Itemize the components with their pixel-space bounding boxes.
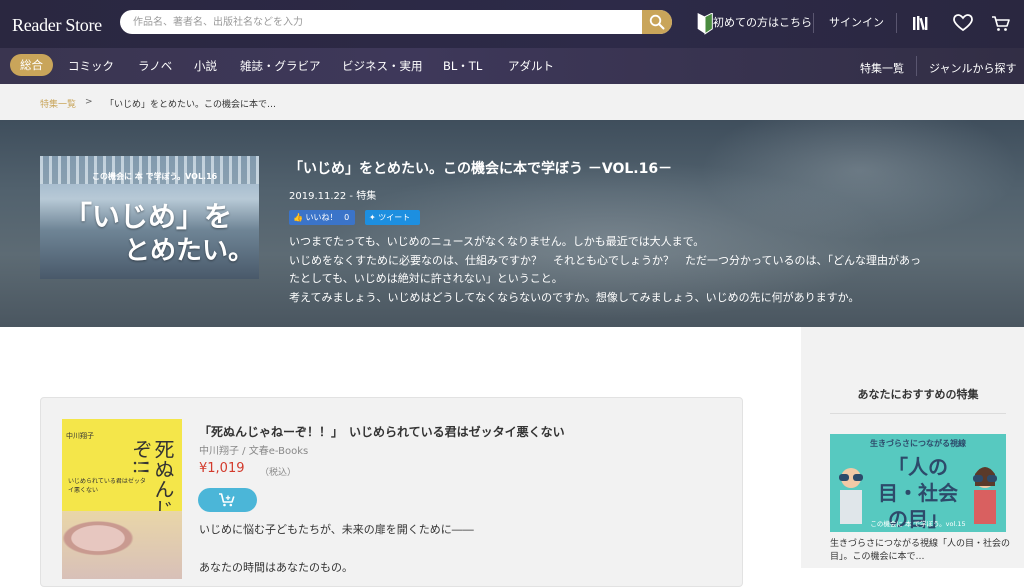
book-title[interactable]: 「死ぬんじゃねーぞ！！」 いじめられている君はゼッタイ悪くない xyxy=(199,423,565,440)
add-to-cart-button[interactable] xyxy=(198,488,257,512)
cart-icon[interactable] xyxy=(990,12,1012,34)
heart-icon[interactable] xyxy=(952,12,974,34)
logo-text[interactable]: Reader Store xyxy=(12,15,102,36)
thumbnail-series-label: この機会に 本 で学ぼう。VOL.16 xyxy=(92,172,218,181)
description-line: 考えてみましょう、いじめはどうしてなくならないのですか。想像してみましょう、いじ… xyxy=(289,291,860,305)
cat-adult[interactable]: アダルト xyxy=(508,58,554,74)
search-icon xyxy=(649,14,665,30)
facebook-like-button[interactable]: 👍 いいね！ 0 xyxy=(289,210,355,225)
header-divider xyxy=(896,13,897,33)
breadcrumb-separator: > xyxy=(85,97,93,107)
reader-store-logo[interactable]: Reader Store xyxy=(12,9,104,37)
breadcrumb: 特集一覧 > 「いじめ」をとめたい。この機会に本で… xyxy=(0,84,1024,120)
breadcrumb-root[interactable]: 特集一覧 xyxy=(40,97,76,110)
sidebar-divider xyxy=(830,413,1006,414)
search-box xyxy=(120,10,672,34)
top-header: Reader Store 初めての方はこちら サインイン xyxy=(0,0,1024,48)
bookshelf-icon[interactable] xyxy=(910,12,932,34)
description-line: いつまでたっても、いじめのニュースがなくなりません。しかも最近では大人まで。 xyxy=(289,235,705,248)
like-label: いいね！ xyxy=(305,213,338,222)
like-count: 0 xyxy=(344,213,350,222)
recommended-feature-thumbnail[interactable]: 生きづらさにつながる視線 「人の目・社会の目」 この機会に 本 で学ぼう。vol… xyxy=(830,434,1006,532)
recommend-title: あなたにおすすめの特集 xyxy=(857,388,979,401)
recommended-thumb-series: この機会に 本 で学ぼう。vol.15 xyxy=(870,520,966,528)
feature-thumbnail: この機会に 本 で学ぼう。VOL.16 「いじめ」を とめたい。 xyxy=(40,156,259,279)
feature-list-link[interactable]: 特集一覧 xyxy=(860,60,904,76)
book-description: あなたの時間はあなたのもの。 xyxy=(199,561,353,574)
person-illustration xyxy=(973,467,997,524)
cover-photo xyxy=(62,511,182,579)
cat-light-novel[interactable]: ラノベ xyxy=(138,58,172,74)
search-input[interactable] xyxy=(120,10,642,34)
book-tax-note: （税込） xyxy=(260,468,297,478)
cart-icon xyxy=(219,493,235,507)
thumbnail-title: 「いじめ」を とめたい。 xyxy=(64,200,254,268)
tweet-label: ツイート xyxy=(378,213,411,222)
book-price: ¥1,019 xyxy=(199,461,245,476)
header-divider xyxy=(813,13,814,33)
feature-title: 「いじめ」をとめたい。この機会に本で学ぼう －VOL.16－ xyxy=(289,161,673,177)
thumbs-up-icon: 👍 xyxy=(293,213,303,222)
search-button[interactable] xyxy=(642,10,672,34)
cat-novel[interactable]: 小説 xyxy=(194,58,217,74)
feature-description: いつまでたっても、いじめのニュースがなくなりません。しかも最近では大人まで。 い… xyxy=(289,233,989,308)
cat-magazine[interactable]: 雑誌・グラビア xyxy=(240,58,321,74)
person-illustration xyxy=(839,468,863,524)
description-line: たとしても、いじめは絶対に許されない」ということ。 xyxy=(289,272,563,286)
thumbnail-title-line1: 「いじめ」を xyxy=(64,200,233,233)
tweet-button[interactable]: ✦ ツイート xyxy=(365,210,420,225)
category-nav: 総合 コミック ラノベ 小説 雑誌・グラビア ビジネス・実用 BL・TL アダル… xyxy=(0,48,1024,84)
hero-background-blur xyxy=(700,120,1020,240)
book-cover[interactable]: 中川翔子 いじめられている君はゼッタイ悪くない 死ぬんじゃねーぞ!! xyxy=(62,419,182,579)
book-description: いじめに悩む子どもたちが、未来の扉を開くために―― xyxy=(199,523,474,536)
recommended-feature-caption[interactable]: 生きづらさにつながる視線「人の目・社会の目」。この機会に本で… xyxy=(830,538,1010,564)
cat-bl-tl[interactable]: BL・TL xyxy=(443,58,482,74)
book-author-publisher[interactable]: 中川翔子 / 文春e-Books xyxy=(199,442,308,457)
feature-date-meta: 2019.11.22 - 特集 xyxy=(289,191,377,202)
description-line: いじめをなくすために必要なのは、仕組みですか？ それとも心でしょうか？ ただ一つ… xyxy=(289,253,921,267)
beginner-link[interactable]: 初めての方はこちら xyxy=(713,14,812,30)
cat-business[interactable]: ビジネス・実用 xyxy=(342,58,423,74)
recommended-thumb-heading: 生きづらさにつながる視線 xyxy=(870,439,966,448)
genre-browse-link[interactable]: ジャンルから探す xyxy=(929,60,1016,76)
thumbnail-title-line2: とめたい。 xyxy=(124,236,255,266)
cover-author: 中川翔子 xyxy=(66,432,94,440)
nav-divider xyxy=(916,56,917,76)
signin-link[interactable]: サインイン xyxy=(829,14,884,30)
cat-comic[interactable]: コミック xyxy=(68,58,114,74)
twitter-bird-icon: ✦ xyxy=(369,213,376,222)
cat-general[interactable]: 総合 xyxy=(10,54,53,76)
breadcrumb-current: 「いじめ」をとめたい。この機会に本で… xyxy=(105,100,277,110)
